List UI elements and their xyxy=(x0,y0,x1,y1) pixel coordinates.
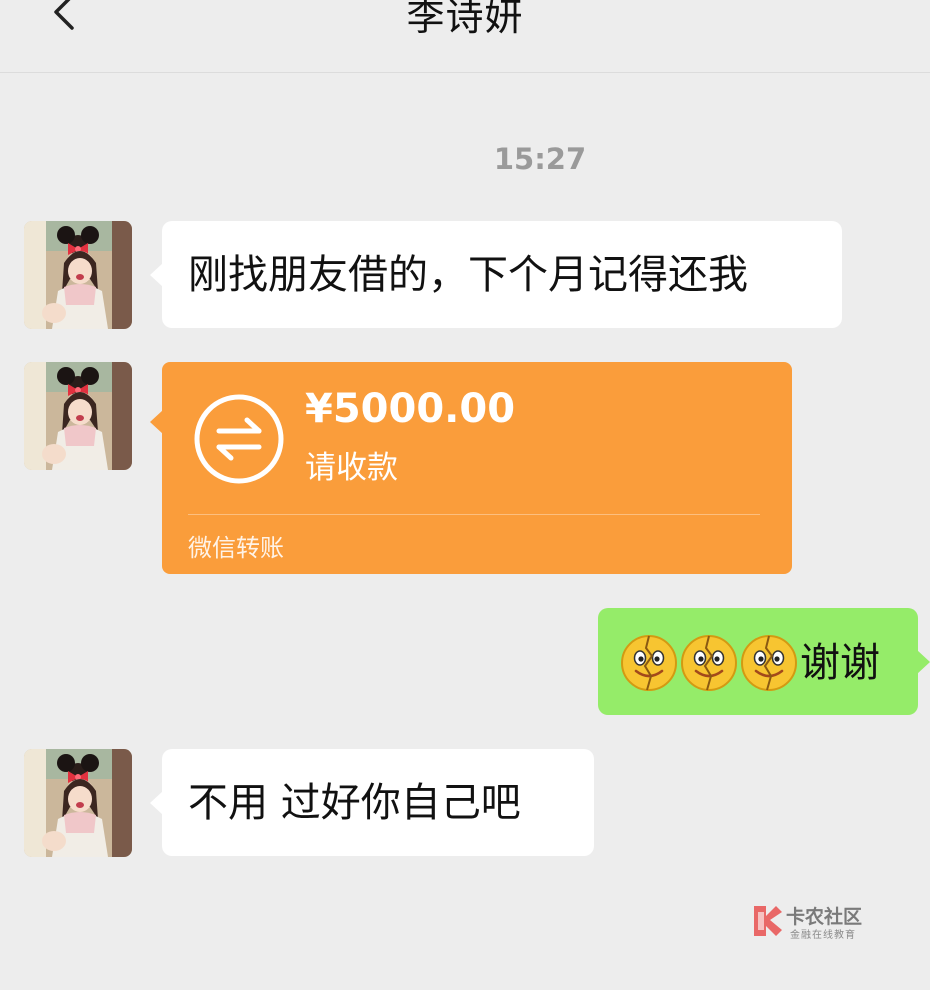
message-timestamp: 15:27 xyxy=(493,142,587,176)
contact-avatar[interactable] xyxy=(24,362,132,470)
kanong-logo-icon xyxy=(754,906,782,936)
contact-avatar[interactable] xyxy=(24,221,132,329)
transfer-footer-label: 微信转账 xyxy=(188,534,284,562)
contact-avatar[interactable] xyxy=(24,749,132,857)
watermark-title: 卡农社区 xyxy=(786,906,863,928)
transfer-arrows-icon xyxy=(194,394,284,484)
message-text: 谢谢 xyxy=(800,640,880,686)
chat-title: 李诗妍 xyxy=(406,0,524,39)
message-text: 不用 过好你自己吧 xyxy=(188,780,521,826)
incoming-message-bubble[interactable]: 刚找朋友借的，下个月记得还我 xyxy=(150,221,842,328)
transfer-amount: ¥5000.00 xyxy=(305,386,516,432)
chat-header: 李诗妍 xyxy=(0,0,930,73)
outgoing-message-bubble[interactable]: 谢谢 xyxy=(598,608,930,715)
watermark: 卡农社区 金融在线教育 xyxy=(750,902,880,942)
cracked-smile-emoji-icon xyxy=(620,634,678,692)
watermark-subtitle: 金融在线教育 xyxy=(790,930,856,941)
message-text: 刚找朋友借的，下个月记得还我 xyxy=(188,252,748,298)
outgoing-message-content: 谢谢 xyxy=(620,633,880,692)
transfer-status: 请收款 xyxy=(305,450,398,486)
cracked-smile-emoji-icon xyxy=(740,634,798,692)
cracked-smile-emoji-icon xyxy=(680,634,738,692)
incoming-message-bubble[interactable]: 不用 过好你自己吧 xyxy=(150,749,594,856)
transfer-divider xyxy=(188,514,760,515)
transfer-card[interactable]: ¥5000.00 请收款 微信转账 xyxy=(150,362,792,574)
